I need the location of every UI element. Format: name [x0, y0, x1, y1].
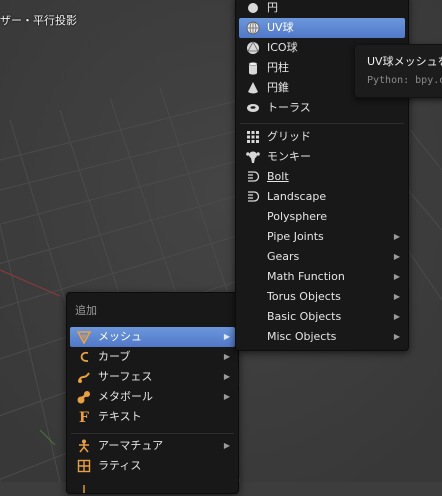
empty-icon — [77, 479, 91, 493]
menu-item-uv-sphere[interactable]: UV球 — [239, 18, 405, 38]
menu-item-basic-objects-label: Basic Objects — [267, 310, 342, 323]
submenu-arrow-icon: ▶ — [223, 352, 230, 361]
menu-item-circle-label: 円 — [267, 1, 278, 14]
menu-item-armature[interactable]: アーマチュア ▶ — [70, 436, 235, 456]
add-menu: 追加 メッシュ ▶ カーブ ▶ サーフェス ▶ メタボール ▶ F テキスト ア… — [66, 292, 239, 494]
menu-item-text[interactable]: F テキスト — [70, 407, 235, 427]
circle-icon — [246, 1, 260, 15]
menu-item-curve[interactable]: カーブ ▶ — [70, 347, 235, 367]
viewport-title: ザー・平行投影 — [0, 14, 77, 27]
cylinder-icon — [246, 61, 260, 75]
menu-item-math-function[interactable]: Math Function ▶ — [239, 267, 405, 287]
menu-item-armature-label: アーマチュア — [98, 439, 164, 452]
menu-item-pipe-joints[interactable]: Pipe Joints ▶ — [239, 227, 405, 247]
torus-icon — [246, 101, 260, 115]
menu-item-mesh-label: メッシュ — [98, 330, 142, 343]
menu-item-torus-objects-label: Torus Objects — [267, 290, 341, 303]
menu-item-metaball[interactable]: メタボール ▶ — [70, 387, 235, 407]
tooltip-title: UV球メッシュを — [367, 55, 442, 68]
monkey-icon — [246, 150, 260, 164]
submenu-arrow-icon: ▶ — [393, 312, 400, 321]
bolt-icon — [246, 170, 260, 184]
landscape-icon — [246, 190, 260, 204]
menu-item-surface-label: サーフェス — [98, 370, 153, 383]
armature-icon — [77, 439, 91, 453]
menu-item-misc-objects-label: Misc Objects — [267, 330, 337, 343]
menu-item-mesh[interactable]: メッシュ ▶ — [70, 327, 235, 347]
text-icon: F — [77, 410, 91, 424]
metaball-icon — [77, 390, 91, 404]
menu-item-basic-objects[interactable]: Basic Objects ▶ — [239, 307, 405, 327]
submenu-arrow-icon: ▶ — [393, 232, 400, 241]
lattice-icon — [77, 459, 91, 473]
menu-item-gears[interactable]: Gears ▶ — [239, 247, 405, 267]
menu-item-uv-sphere-label: UV球 — [267, 21, 294, 34]
submenu-arrow-icon: ▶ — [223, 392, 230, 401]
submenu-arrow-icon: ▶ — [393, 272, 400, 281]
menu-item-cylinder-label: 円柱 — [267, 61, 289, 74]
menu-item-surface[interactable]: サーフェス ▶ — [70, 367, 235, 387]
menu-item-grid-label: グリッド — [267, 130, 311, 143]
menu-item-torus-objects[interactable]: Torus Objects ▶ — [239, 287, 405, 307]
menu-item-torus-label: トーラス — [267, 101, 311, 114]
menu-item-torus[interactable]: トーラス — [239, 98, 405, 118]
mesh-icon — [77, 330, 91, 344]
submenu-arrow-icon: ▶ — [223, 441, 230, 450]
uv-sphere-icon — [246, 21, 260, 35]
menu-item-text-label: テキスト — [98, 410, 142, 423]
grid-icon — [246, 130, 260, 144]
menu-separator — [71, 433, 234, 434]
menu-item-monkey-label: モンキー — [267, 150, 311, 163]
menu-item-partial[interactable] — [70, 476, 235, 496]
cone-icon — [246, 81, 260, 95]
menu-separator — [240, 123, 404, 124]
menu-item-lattice-label: ラティス — [98, 459, 142, 472]
ico-sphere-icon — [246, 41, 260, 55]
menu-item-circle[interactable]: 円 — [239, 0, 405, 18]
tooltip: UV球メッシュを Python: bpy.o — [354, 44, 442, 98]
menu-item-ico-sphere-label: ICO球 — [267, 41, 298, 54]
menu-item-metaball-label: メタボール — [98, 390, 153, 403]
add-menu-header: 追加 — [75, 304, 97, 317]
menu-item-bolt[interactable]: Bolt — [239, 167, 405, 187]
menu-item-landscape[interactable]: Landscape — [239, 187, 405, 207]
menu-item-pipe-joints-label: Pipe Joints — [267, 230, 324, 243]
menu-item-cone-label: 円錐 — [267, 81, 289, 94]
tooltip-python: Python: bpy.o — [367, 75, 442, 86]
menu-item-math-function-label: Math Function — [267, 270, 345, 283]
menu-item-lattice[interactable]: ラティス — [70, 456, 235, 476]
submenu-arrow-icon: ▶ — [393, 252, 400, 261]
curve-icon — [77, 350, 91, 364]
menu-item-gears-label: Gears — [267, 250, 300, 263]
menu-item-polysphere[interactable]: Polysphere — [239, 207, 405, 227]
menu-item-polysphere-label: Polysphere — [267, 210, 328, 223]
submenu-arrow-icon: ▶ — [393, 332, 400, 341]
menu-item-bolt-label: Bolt — [267, 170, 289, 183]
menu-item-landscape-label: Landscape — [267, 190, 327, 203]
surface-icon — [77, 370, 91, 384]
submenu-arrow-icon: ▶ — [223, 332, 230, 341]
menu-item-monkey[interactable]: モンキー — [239, 147, 405, 167]
menu-item-misc-objects[interactable]: Misc Objects ▶ — [239, 327, 405, 347]
menu-item-grid[interactable]: グリッド — [239, 127, 405, 147]
submenu-arrow-icon: ▶ — [393, 292, 400, 301]
menu-item-curve-label: カーブ — [98, 350, 131, 363]
svg-text:F: F — [79, 410, 89, 424]
submenu-arrow-icon: ▶ — [223, 372, 230, 381]
